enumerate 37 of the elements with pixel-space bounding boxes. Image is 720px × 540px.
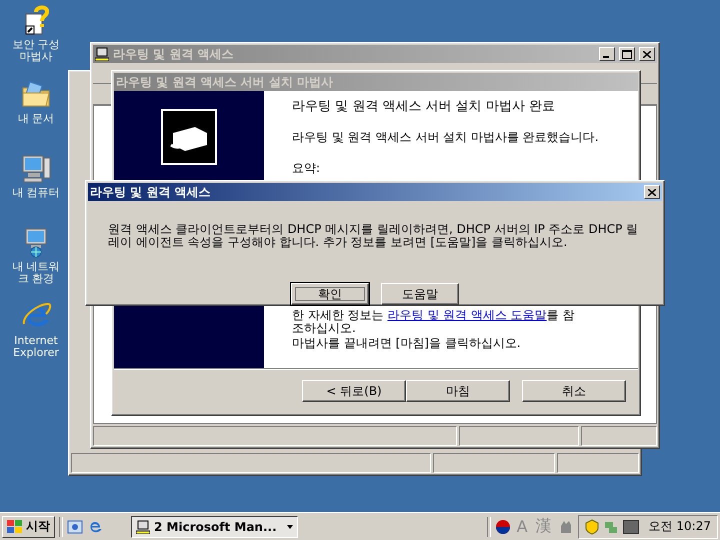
caret-icon bbox=[286, 524, 293, 528]
computer-icon bbox=[136, 520, 150, 534]
desktop-icon-label[interactable]: 내 네트워크 환경 bbox=[7, 261, 65, 285]
dialog-button[interactable]: 도움말 bbox=[381, 283, 459, 305]
wizard-button[interactable]: < 뒤로(B) bbox=[302, 380, 406, 402]
dialog-button[interactable]: 확인 bbox=[291, 283, 369, 305]
window-title: 라우팅 및 원격 액세스 bbox=[90, 184, 212, 200]
window-title: 라우팅 및 원격 액세스 bbox=[113, 46, 235, 62]
wizard-heading: 라우팅 및 원격 액세스 서버 설치 마법사 완료 bbox=[292, 98, 556, 115]
computer-icon bbox=[95, 47, 109, 61]
help-sentence: 한 자세한 정보는 라우팅 및 원격 액세스 도움말를 참조하십시오. bbox=[292, 309, 576, 335]
help-link[interactable]: 라우팅 및 원격 액세스 도움말 bbox=[387, 308, 547, 322]
wizard-button[interactable]: 취소 bbox=[522, 380, 626, 402]
close-button[interactable] bbox=[644, 185, 660, 199]
clock: 오전 10:27 bbox=[648, 518, 711, 535]
window-title: 라우팅 및 원격 액세스 서버 설치 마법사 bbox=[116, 74, 334, 90]
language-flag-icon[interactable] bbox=[494, 518, 511, 534]
wizard-intro: 라우팅 및 원격 액세스 서버 설치 마법사를 완료했습니다. bbox=[292, 129, 600, 146]
minimize-button[interactable] bbox=[599, 47, 615, 61]
finish-hint: 마법사를 끝내려면 [마침]을 클릭하십시오. bbox=[292, 335, 522, 352]
wizard-button[interactable]: 마침 bbox=[406, 380, 510, 402]
desktop-icon-label[interactable]: 내 문서 bbox=[7, 113, 65, 125]
maximize-icon bbox=[622, 50, 632, 58]
close-button[interactable] bbox=[639, 47, 655, 61]
start-button[interactable]: 시작 bbox=[2, 516, 55, 538]
desktop-shortcut-icon[interactable] bbox=[67, 518, 83, 534]
desktop-icon-label[interactable]: 내 컴퓨터 bbox=[7, 187, 65, 199]
windows-logo-icon bbox=[7, 520, 23, 534]
summary-label: 요약: bbox=[292, 160, 322, 177]
maximize-button[interactable] bbox=[619, 47, 635, 61]
shield-icon[interactable] bbox=[584, 518, 599, 534]
close-icon bbox=[643, 50, 651, 58]
desktop-icon-label[interactable]: 보안 구성 마법사 bbox=[7, 39, 65, 63]
desktop-icon-label[interactable]: Internet Explorer bbox=[7, 335, 65, 359]
close-icon bbox=[648, 188, 656, 196]
dialog-message: 원격 액세스 클라이언트로부터의 DHCP 메시지를 릴레이하려면, DHCP 서버의 IP 주소로 DHCP 릴레이 에이전트 속성을 구성해야 합니다. 추가 정보를 보려면 [도움말]을 클릭하십시오. bbox=[107, 221, 640, 249]
taskbar-button[interactable]: 2 Microsoft Man... bbox=[131, 516, 298, 538]
